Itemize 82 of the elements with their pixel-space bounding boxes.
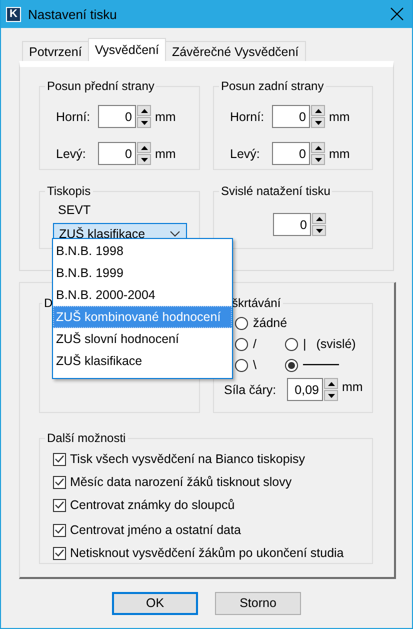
unit-label: mm bbox=[329, 146, 350, 160]
field-label: Levý: bbox=[230, 146, 261, 160]
spin-up-button[interactable] bbox=[312, 213, 326, 224]
spin-up-button[interactable] bbox=[311, 142, 325, 153]
down-triangle-icon bbox=[328, 394, 334, 398]
field-label: Horní: bbox=[56, 110, 92, 124]
radio-note: (svislé) bbox=[316, 337, 356, 351]
down-triangle-icon bbox=[314, 158, 322, 162]
form-name: SEVT bbox=[58, 203, 92, 217]
number-field[interactable]: 0 bbox=[98, 105, 136, 128]
group-title: Tiskopis bbox=[46, 184, 92, 198]
spin-down-button[interactable] bbox=[137, 117, 151, 128]
up-triangle-icon bbox=[316, 216, 322, 220]
checkbox[interactable] bbox=[53, 452, 66, 466]
radio-label: | bbox=[303, 337, 306, 351]
down-triangle-icon bbox=[140, 120, 148, 124]
dialog-button[interactable]: OK bbox=[112, 592, 198, 615]
dropdown-option[interactable]: B.N.B. 2000-2004 bbox=[53, 284, 232, 306]
tab[interactable]: Závěrečné Vysvědčení bbox=[164, 41, 306, 61]
unit-label: mm bbox=[329, 110, 350, 124]
group-title: Posun zadní strany bbox=[220, 79, 325, 93]
spin-down-button[interactable] bbox=[324, 390, 338, 401]
group-title: škrtávání bbox=[231, 296, 282, 310]
down-triangle-icon bbox=[316, 228, 322, 232]
radio-button[interactable] bbox=[285, 338, 298, 350]
number-field[interactable]: 0 bbox=[98, 142, 136, 165]
radio-button[interactable] bbox=[235, 316, 248, 330]
window-title: Nastavení tisku bbox=[28, 6, 118, 22]
checkbox-label: Centrovat jméno a ostatní data bbox=[70, 523, 241, 537]
radio-label: / bbox=[253, 337, 256, 351]
group-title: Svislé natažení tisku bbox=[220, 184, 332, 198]
tab[interactable]: Potvrzení bbox=[22, 41, 89, 61]
checkbox[interactable] bbox=[53, 476, 66, 488]
app-icon: K bbox=[6, 6, 21, 22]
dropdown-option[interactable]: ZUŠ klasifikace bbox=[53, 350, 232, 372]
unit-label: mm bbox=[155, 110, 176, 124]
number-field[interactable]: 0,09 bbox=[287, 378, 323, 401]
checkbox[interactable] bbox=[53, 524, 66, 536]
tab[interactable]: Vysvědčení bbox=[88, 38, 166, 61]
field-label: Horní: bbox=[230, 110, 266, 124]
close-icon[interactable] bbox=[390, 7, 404, 21]
group-title: Další možnosti bbox=[46, 431, 127, 445]
spin-up-button[interactable] bbox=[324, 378, 338, 389]
spin-down-button[interactable] bbox=[311, 117, 325, 128]
down-triangle-icon bbox=[140, 158, 148, 162]
up-triangle-icon bbox=[314, 146, 322, 150]
spin-up-button[interactable] bbox=[137, 105, 151, 116]
chevron-down-icon bbox=[170, 231, 180, 237]
dropdown-option[interactable]: B.N.B. 1999 bbox=[53, 262, 232, 284]
group-title: D bbox=[43, 296, 54, 310]
radio-label: \ bbox=[253, 358, 256, 372]
checkbox[interactable] bbox=[53, 546, 66, 560]
solid-line-icon bbox=[303, 364, 339, 366]
down-triangle-icon bbox=[314, 120, 322, 124]
dropdown-option[interactable]: ZUŠ slovní hodnocení bbox=[53, 328, 232, 350]
radio-button[interactable] bbox=[235, 338, 248, 350]
unit-label: mm bbox=[155, 146, 176, 160]
checkbox-label: Tisk všech vysvědčení na Bianco tiskopisy bbox=[70, 452, 306, 466]
checkbox-label: Měsíc data narození žáků tisknout slovy bbox=[70, 475, 292, 489]
up-triangle-icon bbox=[140, 108, 148, 112]
up-triangle-icon bbox=[140, 146, 148, 150]
dialog-button[interactable]: Storno bbox=[215, 592, 301, 615]
up-triangle-icon bbox=[314, 108, 322, 112]
number-field[interactable]: 0 bbox=[272, 142, 310, 165]
up-triangle-icon bbox=[328, 382, 334, 386]
spin-down-button[interactable] bbox=[311, 154, 325, 165]
spin-up-button[interactable] bbox=[137, 142, 151, 153]
checkbox-label: Centrovat známky do sloupců bbox=[70, 498, 235, 512]
number-field[interactable]: 0 bbox=[273, 213, 311, 236]
checkbox-label: Netisknout vysvědčení žákům po ukončení studia bbox=[70, 546, 344, 560]
spin-down-button[interactable] bbox=[137, 154, 151, 165]
radio-label: žádné bbox=[253, 316, 288, 330]
number-field[interactable]: 0 bbox=[272, 105, 310, 128]
checkbox[interactable] bbox=[53, 498, 66, 512]
field-label: Levý: bbox=[56, 146, 87, 160]
spin-down-button[interactable] bbox=[312, 225, 326, 236]
radio-button[interactable] bbox=[285, 358, 298, 372]
field-label: Síla čáry: bbox=[224, 382, 278, 396]
spin-up-button[interactable] bbox=[311, 105, 325, 116]
unit-label: mm bbox=[342, 380, 363, 394]
radio-button[interactable] bbox=[235, 358, 248, 372]
group-title: Posun přední strany bbox=[46, 79, 156, 93]
